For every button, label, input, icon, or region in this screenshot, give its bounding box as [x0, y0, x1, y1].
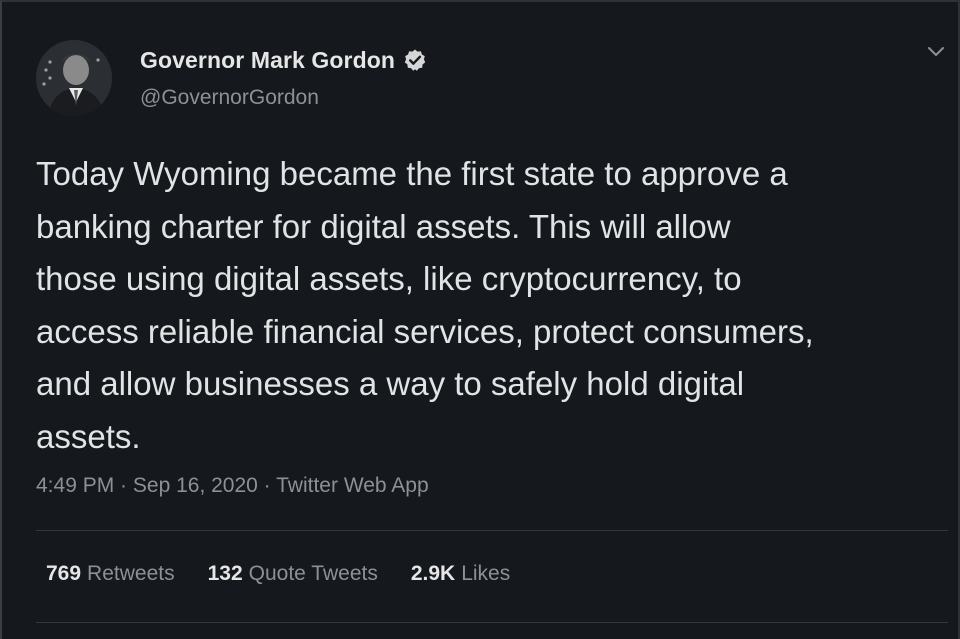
divider	[36, 530, 948, 531]
display-name[interactable]: Governor Mark Gordon	[140, 47, 395, 74]
author-names: Governor Mark Gordon @GovernorGordon	[140, 44, 427, 110]
likes-label: Likes	[461, 562, 511, 585]
tweet-time[interactable]: 4:49 PM	[36, 474, 114, 497]
profile-photo-icon	[36, 40, 112, 116]
tweet-date[interactable]: Sep 16, 2020	[133, 474, 258, 497]
tweet-header: Governor Mark Gordon @GovernorGordon	[36, 40, 936, 120]
meta-separator: ·	[257, 474, 277, 497]
likes-stat[interactable]: 2.9K Likes	[411, 562, 510, 586]
quote-tweets-stat[interactable]: 132 Quote Tweets	[208, 562, 378, 586]
tweet-text: Today Wyoming became the first state to …	[36, 155, 814, 455]
author-handle[interactable]: @GovernorGordon	[140, 86, 427, 110]
display-name-row: Governor Mark Gordon	[140, 44, 427, 76]
retweets-label: Retweets	[87, 562, 175, 585]
avatar[interactable]	[36, 40, 112, 116]
quote-tweets-count: 132	[207, 562, 243, 585]
verified-badge-icon	[403, 48, 427, 72]
tweet-metadata: 4:49 PM · Sep 16, 2020 · Twitter Web App	[36, 474, 429, 498]
retweets-stat[interactable]: 769 Retweets	[46, 562, 175, 586]
tweet-stats: 769 Retweets 132 Quote Tweets 2.9K Likes	[46, 562, 543, 586]
divider	[36, 622, 948, 623]
retweets-count: 769	[46, 562, 82, 585]
meta-separator: ·	[114, 474, 133, 497]
tweet-source[interactable]: Twitter Web App	[276, 474, 429, 497]
likes-count: 2.9K	[410, 562, 456, 585]
quote-tweets-label: Quote Tweets	[248, 562, 378, 585]
chevron-down-icon[interactable]	[924, 40, 948, 64]
